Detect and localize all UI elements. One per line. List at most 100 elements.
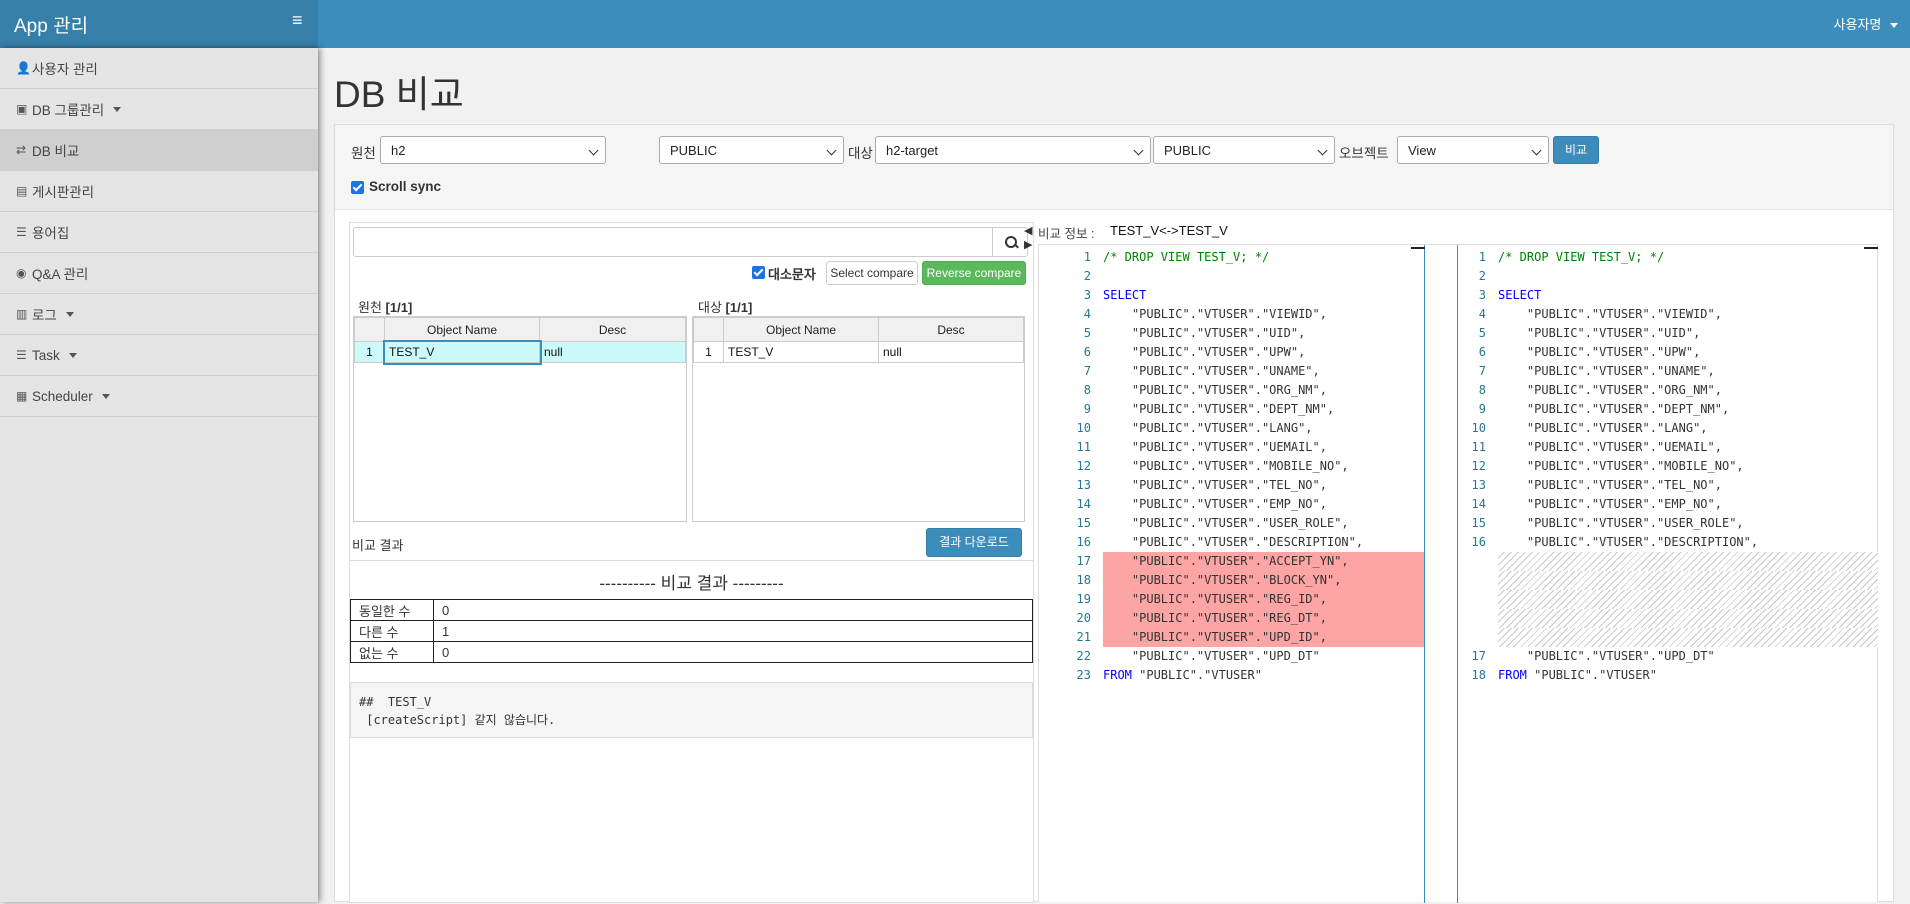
sidebar-item-2[interactable]: ⇄ DB 비교 — [0, 130, 318, 171]
target-object-grid[interactable]: Object Name Desc 1 TEST_V null — [692, 316, 1025, 522]
line-text: "PUBLIC"."VTUSER"."DESCRIPTION", — [1498, 535, 1759, 549]
sidebar-item-7[interactable]: ☰ Task — [0, 335, 318, 376]
line-text: "PUBLIC"."VTUSER"."DEPT_NM", — [1103, 402, 1335, 416]
target-label: 대상 — [848, 146, 873, 161]
line-text: "PUBLIC"."VTUSER"."TEL_NO", — [1498, 478, 1722, 492]
col-desc[interactable]: Desc — [539, 317, 686, 342]
line-text: /* DROP VIEW TEST_V; */ — [1498, 250, 1665, 264]
line-text: "PUBLIC"."VTUSER"."EMP_NO", — [1103, 497, 1327, 511]
code-line: 9 "PUBLIC"."VTUSER"."DEPT_NM", — [1063, 400, 1424, 419]
line-number: 13 — [1076, 478, 1091, 492]
code-line: 13 "PUBLIC"."VTUSER"."TEL_NO", — [1063, 476, 1424, 495]
sidebar-item-6[interactable]: ▥ 로그 — [0, 294, 318, 335]
page-title: DB 비교 — [334, 74, 464, 115]
line-number: 11 — [1076, 440, 1091, 454]
line-number: 6 — [1083, 345, 1091, 359]
stat-value: 1 — [433, 620, 1033, 642]
line-number: 22 — [1076, 649, 1091, 663]
line-number: 10 — [1471, 421, 1486, 435]
compare-info-value: TEST_V<->TEST_V — [1110, 223, 1228, 238]
board-icon: ▤ — [16, 184, 28, 198]
target-schema-select[interactable]: PUBLIC — [1153, 136, 1335, 164]
line-text: "PUBLIC"."VTUSER"."TEL_NO", — [1103, 478, 1327, 492]
calendar-icon: ▦ — [16, 389, 28, 403]
line-number: 16 — [1076, 535, 1091, 549]
scroll-sync-checkbox[interactable] — [351, 179, 364, 195]
object-list-pane: 대소문자 Select compare Reverse compare 원천 [… — [349, 222, 1034, 903]
code-line: 17 "PUBLIC"."VTUSER"."ACCEPT_YN", — [1063, 552, 1424, 571]
app-title[interactable]: App 관리 — [14, 11, 88, 38]
case-sensitive-checkbox[interactable] — [752, 264, 765, 280]
line-text: "PUBLIC"."VTUSER"."UNAME", — [1103, 364, 1320, 378]
code-line: 2 — [1458, 267, 1878, 286]
line-number: 16 — [1471, 535, 1486, 549]
exchange-icon: ⇄ — [16, 143, 27, 157]
right-code-pane[interactable]: 1 /* DROP VIEW TEST_V; */ 2 3 SELECT 4 "PUBLI… — [1458, 248, 1878, 685]
left-code-pane[interactable]: 1/* DROP VIEW TEST_V; */2 3 SELECT 4 "PUBLI… — [1063, 248, 1424, 685]
line-number: 7 — [1083, 364, 1091, 378]
line-number: 3 — [1083, 288, 1091, 302]
line-text: "PUBLIC"."VTUSER"."UPD_ID", — [1103, 630, 1327, 644]
case-sensitive-label: 대소문자 — [768, 267, 816, 282]
line-number: 6 — [1478, 345, 1486, 359]
expand-right-icon[interactable]: ▶ — [1024, 238, 1032, 251]
diff-editor[interactable]: 1/* DROP VIEW TEST_V; */2 3 SELECT 4 "PUBLI… — [1038, 244, 1878, 903]
table-row[interactable]: 1 TEST_V null — [693, 341, 1024, 363]
col-object-name[interactable]: Object Name — [384, 317, 540, 342]
download-result-button[interactable]: 결과 다운로드 — [926, 528, 1022, 557]
sidebar-item-4[interactable]: ☰ 용어집 — [0, 212, 318, 253]
compare-button[interactable]: 비교 — [1553, 136, 1599, 164]
reverse-compare-button[interactable]: Reverse compare — [922, 261, 1026, 285]
object-search-input[interactable] — [353, 227, 993, 257]
col-desc[interactable]: Desc — [878, 317, 1024, 342]
source-db-select[interactable]: h2 — [380, 136, 606, 164]
code-line: 17 "PUBLIC"."VTUSER"."UPD_DT" — [1458, 647, 1878, 666]
sidebar-item-0[interactable]: 👤 사용자 관리 — [0, 48, 318, 89]
line-number: 14 — [1076, 497, 1091, 511]
code-line: 15 "PUBLIC"."VTUSER"."USER_ROLE", — [1063, 514, 1424, 533]
cell-desc: null — [878, 341, 1024, 363]
result-area: ---------- 비교 결과 --------- 동일한 수 0 다른 수 1 없는… — [350, 560, 1033, 904]
code-line — [1458, 552, 1878, 571]
source-schema-select[interactable]: PUBLIC — [659, 136, 844, 164]
target-grid-title: 대상 [1/1] — [698, 300, 753, 315]
code-line: 2 — [1063, 267, 1424, 286]
collapse-left-icon[interactable]: ◀ — [1024, 224, 1032, 237]
source-count: [1/1] — [385, 300, 413, 315]
object-type-select[interactable]: View — [1397, 136, 1549, 164]
line-number: 1 — [1083, 250, 1091, 264]
code-line: 14 "PUBLIC"."VTUSER"."EMP_NO", — [1063, 495, 1424, 514]
line-number: 2 — [1083, 269, 1091, 283]
table-row[interactable]: 1 TEST_V null — [354, 339, 686, 365]
sidebar-item-1[interactable]: ▣ DB 그룹관리 — [0, 89, 318, 130]
col-object-name[interactable]: Object Name — [723, 317, 879, 342]
sidebar-item-label: DB 비교 — [32, 144, 80, 159]
hamburger-menu-icon[interactable]: ≡ — [292, 10, 303, 31]
cell-name: TEST_V — [723, 341, 879, 363]
line-text: "PUBLIC"."VTUSER"."MOBILE_NO", — [1498, 459, 1744, 473]
user-menu[interactable]: 사용자명 — [1834, 14, 1898, 33]
code-line: 11 "PUBLIC"."VTUSER"."UEMAIL", — [1063, 438, 1424, 457]
line-number: 15 — [1471, 516, 1486, 530]
code-line: 4 "PUBLIC"."VTUSER"."VIEWID", — [1458, 305, 1878, 324]
line-number: 9 — [1083, 402, 1091, 416]
sidebar-item-3[interactable]: ▤ 게시판관리 — [0, 171, 318, 212]
source-object-grid[interactable]: Object Name Desc 1 TEST_V null — [353, 316, 687, 522]
line-text: "PUBLIC"."VTUSER"."UNAME", — [1498, 364, 1715, 378]
result-heading: ---------- 비교 결과 --------- — [599, 574, 784, 593]
search-icon[interactable] — [992, 227, 1028, 257]
line-text: "PUBLIC"."VTUSER"."REG_ID", — [1103, 592, 1327, 606]
sidebar-item-8[interactable]: ▦ Scheduler — [0, 376, 318, 417]
select-compare-button[interactable]: Select compare — [826, 261, 918, 285]
code-line: 4 "PUBLIC"."VTUSER"."VIEWID", — [1063, 305, 1424, 324]
scroll-sync-label: Scroll sync — [369, 179, 442, 194]
sidebar: 👤 사용자 관리 ▣ DB 그룹관리 ⇄ DB 비교 ▤ 게시판관리 ☰ 용어집 ◉ Q&A 관리 ▥ 로… — [0, 48, 318, 902]
compare-toolbar: 원천 h2 PUBLIC 대상 h2-target PUBLIC 오브젝트 Vi… — [335, 125, 1893, 210]
cell-no: 1 — [693, 341, 724, 363]
target-db-select[interactable]: h2-target — [875, 136, 1151, 164]
sql-keyword: FROM — [1103, 668, 1132, 682]
sidebar-item-5[interactable]: ◉ Q&A 관리 — [0, 253, 318, 294]
line-text: "PUBLIC"."VTUSER"."UPW", — [1103, 345, 1306, 359]
source-grid-title: 원천 [1/1] — [358, 300, 413, 315]
code-line: 23 FROM "PUBLIC"."VTUSER" — [1063, 666, 1424, 685]
